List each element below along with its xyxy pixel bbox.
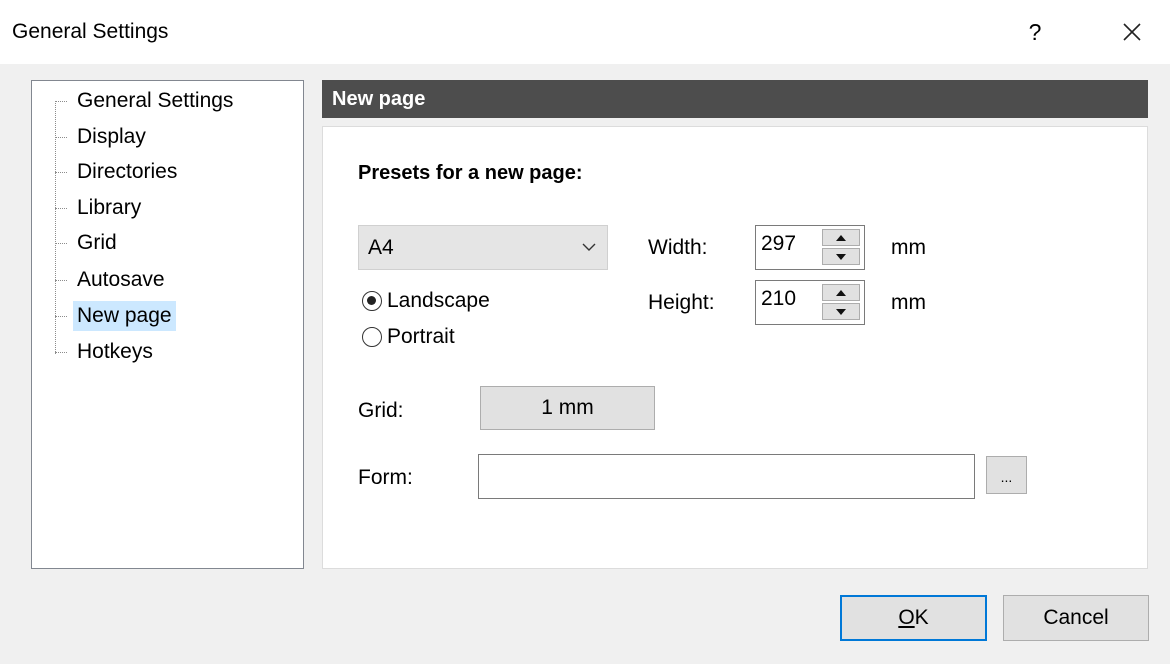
height-label: Height: (648, 291, 715, 314)
portrait-radio[interactable]: Portrait (362, 325, 455, 349)
arrow-up-icon (836, 234, 846, 241)
width-spinbox[interactable]: 297 (755, 225, 865, 270)
close-button[interactable] (1100, 6, 1164, 58)
window-title: General Settings (12, 20, 169, 43)
height-value: 210 (761, 287, 797, 310)
ok-mnemonic: O (898, 606, 915, 629)
grid-label: Grid: (358, 399, 404, 422)
tree-item-label: New page (73, 301, 176, 331)
title-bar (0, 0, 1170, 64)
width-increment-button[interactable] (822, 229, 860, 246)
tree-item-label: Library (77, 196, 142, 219)
height-decrement-button[interactable] (822, 303, 860, 320)
width-unit: mm (891, 236, 926, 259)
page-size-select[interactable] (358, 225, 608, 270)
arrow-down-icon (836, 308, 846, 315)
tree-item-label: General Settings (77, 89, 234, 112)
portrait-label: Portrait (387, 325, 455, 348)
close-icon (1123, 23, 1141, 41)
landscape-label: Landscape (387, 289, 490, 312)
form-label: Form: (358, 466, 413, 489)
settings-tree[interactable]: General Settings Display Directories Lib… (31, 80, 304, 569)
landscape-radio[interactable]: Landscape (362, 289, 490, 313)
help-button[interactable]: ? (1005, 6, 1065, 58)
height-increment-button[interactable] (822, 284, 860, 301)
tree-item-label: Display (77, 125, 146, 148)
grid-size-button[interactable]: 1 mm (480, 386, 655, 430)
tree-item-label: Hotkeys (77, 340, 153, 363)
tree-item-label: Autosave (77, 268, 165, 291)
tree-item-label: Directories (77, 160, 178, 183)
presets-heading: Presets for a new page: (358, 162, 583, 184)
form-browse-button[interactable]: ... (986, 456, 1027, 494)
width-value: 297 (761, 232, 797, 255)
radio-checked-icon (362, 291, 382, 311)
height-unit: mm (891, 291, 926, 314)
radio-unchecked-icon (362, 327, 382, 347)
width-label: Width: (648, 236, 708, 259)
tree-item-label: Grid (77, 231, 117, 254)
arrow-up-icon (836, 289, 846, 296)
page-size-value: A4 (368, 236, 394, 259)
section-header-bar (322, 80, 1148, 118)
chevron-down-icon (582, 243, 596, 251)
form-input[interactable] (478, 454, 975, 499)
width-decrement-button[interactable] (822, 248, 860, 265)
cancel-button[interactable]: Cancel (1003, 595, 1149, 641)
height-spinbox[interactable]: 210 (755, 280, 865, 325)
ok-button[interactable]: OK (840, 595, 987, 641)
arrow-down-icon (836, 253, 846, 260)
section-header-title: New page (332, 88, 426, 110)
ok-label-rest: K (914, 606, 929, 629)
